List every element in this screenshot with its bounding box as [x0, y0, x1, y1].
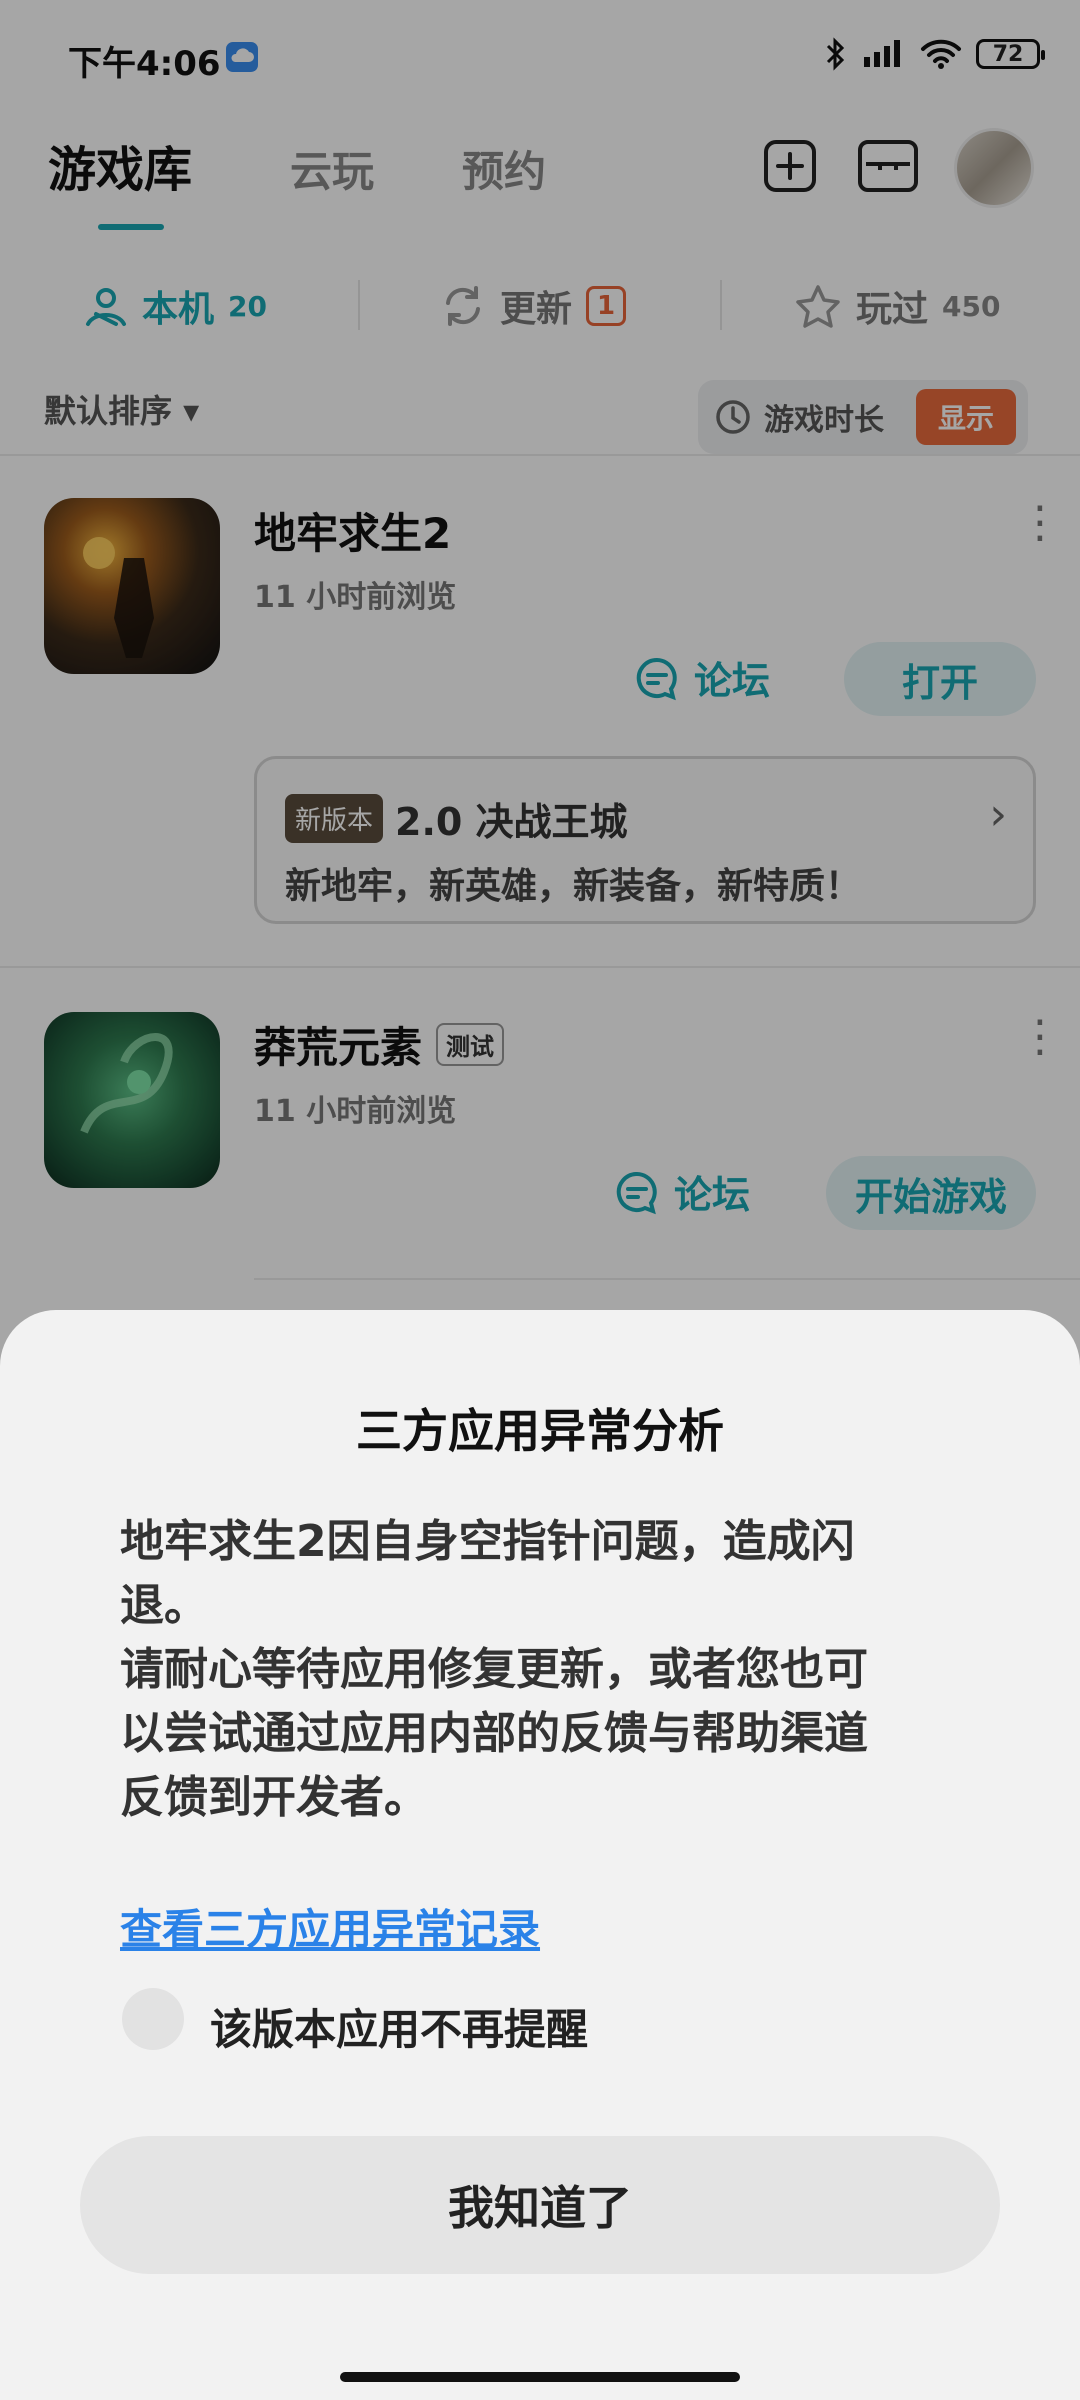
home-indicator[interactable] [340, 2372, 740, 2382]
dont-remind-label[interactable]: 该版本应用不再提醒 [210, 1996, 588, 2057]
view-crash-records-link[interactable]: 查看三方应用异常记录 [120, 1896, 540, 1957]
dont-remind-checkbox[interactable] [122, 1988, 184, 2050]
dialog-title: 三方应用异常分析 [356, 1404, 724, 1458]
acknowledge-button[interactable]: 我知道了 [80, 2136, 1000, 2274]
dialog-message: 地牢求生2因自身空指针问题，造成闪 退。 请耐心等待应用修复更新，或者您也可 以… [120, 1516, 868, 1823]
